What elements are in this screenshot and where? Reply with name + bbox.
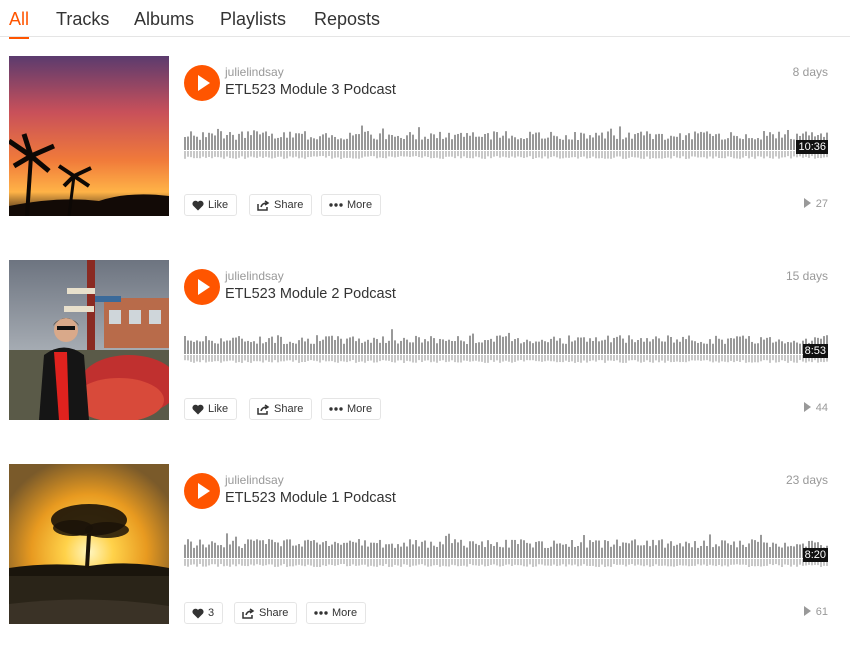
track-duration: 10:36 <box>796 140 828 154</box>
track-date: 15 days <box>785 269 828 283</box>
more-dots-icon <box>329 407 343 411</box>
play-count-value: 61 <box>815 606 828 618</box>
play-button[interactable] <box>184 65 220 101</box>
waveform[interactable] <box>184 530 828 574</box>
more-dots-icon <box>329 203 343 207</box>
more-button[interactable]: More <box>321 194 382 216</box>
more-label: More <box>347 199 373 211</box>
profile-tabs: All Tracks Albums Playlists Reposts <box>0 0 850 39</box>
tab-tracks[interactable]: Tracks <box>56 9 109 37</box>
play-count: 61 <box>803 606 828 618</box>
tab-all[interactable]: All <box>9 9 30 39</box>
track-date: 8 days <box>792 65 828 79</box>
share-icon <box>257 199 270 211</box>
like-button[interactable]: Like <box>184 398 238 420</box>
share-button[interactable]: Share <box>234 602 298 624</box>
share-icon <box>257 403 270 415</box>
heart-icon <box>192 404 204 415</box>
more-button[interactable]: More <box>306 602 367 624</box>
track-artwork[interactable] <box>9 260 169 420</box>
track-title[interactable]: ETL523 Module 3 Podcast <box>225 82 396 98</box>
more-dots-icon <box>314 611 328 615</box>
more-label: More <box>332 607 358 619</box>
track-artwork[interactable] <box>9 464 169 624</box>
heart-icon <box>192 200 204 211</box>
play-count-value: 44 <box>815 402 828 414</box>
play-count-icon <box>803 606 811 616</box>
like-label: Like <box>208 199 229 211</box>
track-artwork[interactable] <box>9 56 169 216</box>
like-button[interactable]: Like <box>184 194 238 216</box>
play-count-icon <box>803 402 811 412</box>
tree-sunset-image <box>9 464 169 624</box>
play-button[interactable] <box>184 473 220 509</box>
share-button[interactable]: Share <box>249 398 313 420</box>
track-item: julielindsay ETL523 Module 3 Podcast 8 d… <box>0 56 850 216</box>
sunset-palm-image <box>9 56 169 216</box>
share-icon <box>242 607 255 619</box>
share-label: Share <box>274 199 304 211</box>
track-duration: 8:53 <box>802 344 828 358</box>
share-label: Share <box>259 607 289 619</box>
track-duration: 8:20 <box>802 548 828 562</box>
heart-icon <box>192 608 204 619</box>
person-signpost-tulips-image <box>9 260 169 420</box>
track-item: julielindsay ETL523 Module 1 Podcast 23 … <box>0 464 850 624</box>
share-label: Share <box>274 403 304 415</box>
like-count: 3 <box>208 607 215 619</box>
like-label: Like <box>208 403 229 415</box>
play-count-value: 27 <box>815 198 828 210</box>
share-button[interactable]: Share <box>249 194 313 216</box>
like-button[interactable]: 3 <box>184 602 224 624</box>
track-title[interactable]: ETL523 Module 1 Podcast <box>225 490 396 506</box>
tab-reposts[interactable]: Reposts <box>314 9 380 37</box>
play-count: 27 <box>803 198 828 210</box>
tab-playlists[interactable]: Playlists <box>220 9 286 37</box>
play-count-icon <box>803 198 811 208</box>
more-button[interactable]: More <box>321 398 382 420</box>
track-username[interactable]: julielindsay <box>225 65 284 79</box>
track-date: 23 days <box>785 473 828 487</box>
tab-albums[interactable]: Albums <box>134 9 194 37</box>
waveform[interactable] <box>184 326 828 370</box>
play-button[interactable] <box>184 269 220 305</box>
track-username[interactable]: julielindsay <box>225 473 284 487</box>
track-item: julielindsay ETL523 Module 2 Podcast 15 … <box>0 260 850 420</box>
track-title[interactable]: ETL523 Module 2 Podcast <box>225 286 396 302</box>
waveform[interactable] <box>184 122 828 166</box>
more-label: More <box>347 403 373 415</box>
play-count: 44 <box>803 402 828 414</box>
track-username[interactable]: julielindsay <box>225 269 284 283</box>
